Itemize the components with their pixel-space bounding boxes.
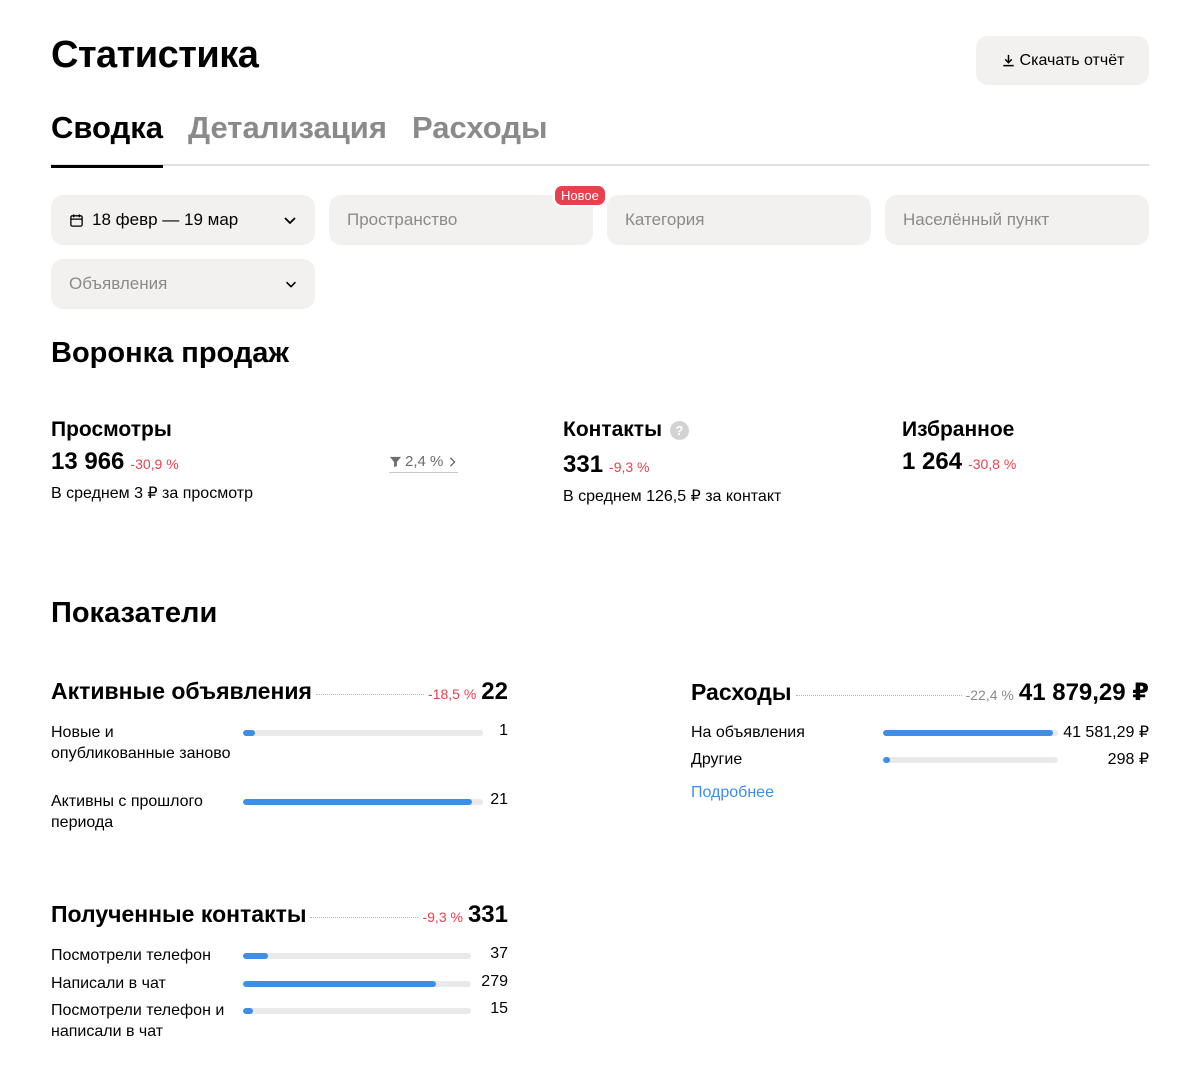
bar-fill — [883, 730, 1053, 736]
indicators-title: Показатели — [51, 597, 218, 629]
contacts-label-text: Контакты — [563, 418, 663, 441]
active-ads-row-new-bar — [243, 730, 483, 736]
active-ads-row-old-bar — [243, 799, 483, 805]
ads-placeholder: Объявления — [69, 274, 168, 293]
city-placeholder: Населённый пункт — [903, 210, 1050, 229]
favorites-value: 1 264 — [902, 448, 963, 475]
active-ads-header: Активные объявления -18,5 % 22 — [51, 678, 508, 706]
dotted-leader — [315, 694, 425, 695]
contacts-delta: -9,3 % — [609, 459, 650, 475]
chevron-down-icon — [284, 217, 296, 225]
expenses-title: Расходы — [691, 679, 792, 705]
active-ads-row-new-label: Новые и опубликованные заново — [51, 724, 231, 762]
expenses-row-other-label: Другие — [691, 751, 743, 768]
views-average: В среднем 3 ₽ за просмотр — [51, 485, 253, 502]
contacts-block-value: 331 — [467, 901, 508, 928]
date-range-value: 18 февр — 19 мар — [92, 210, 239, 229]
space-placeholder: Пространство — [347, 210, 458, 229]
funnel-title: Воронка продаж — [51, 337, 289, 369]
tab-expenses[interactable]: Расходы — [412, 110, 548, 166]
tabs-bar: Сводка Детализация Расходы — [51, 110, 1149, 168]
tab-details[interactable]: Детализация — [188, 110, 387, 166]
bar-fill — [243, 953, 269, 959]
expenses-value: 41 879,29 ₽ — [1018, 679, 1149, 706]
download-icon — [1002, 54, 1014, 67]
expenses-row-ads-bar — [883, 730, 1058, 736]
contacts-average: В среднем 126,5 ₽ за контакт — [563, 488, 782, 505]
page-title: Статистика — [51, 34, 259, 76]
views-metric: 13 966 -30,9 % — [51, 448, 179, 476]
contacts-row-phone-value: 37 — [490, 945, 508, 962]
active-ads-row-new-value: 1 — [499, 722, 508, 739]
more-details-link[interactable]: Подробнее — [691, 784, 774, 802]
favorites-metric: 1 264 -30,8 % — [902, 448, 1016, 476]
funnel-icon — [389, 456, 402, 468]
contacts-block-delta: -9,3 % — [422, 909, 463, 925]
views-label: Просмотры — [51, 418, 172, 441]
active-ads-delta: -18,5 % — [428, 686, 477, 702]
contacts-label: Контакты ? — [563, 418, 689, 442]
dotted-leader — [795, 695, 962, 696]
contacts-row-both-bar — [243, 1008, 471, 1014]
expenses-row-other-value: 298 ₽ — [1107, 751, 1149, 768]
views-delta: -30,9 % — [130, 456, 179, 472]
date-range-select[interactable]: 18 февр — 19 мар — [51, 195, 315, 245]
contacts-row-both-value: 15 — [490, 1000, 508, 1017]
calendar-icon — [70, 213, 83, 227]
bar-fill — [883, 757, 890, 763]
dotted-leader — [310, 917, 419, 918]
expenses-row-ads-label: На объявления — [691, 724, 805, 741]
bar-fill — [243, 799, 473, 805]
conversion-link[interactable]: 2,4 % — [389, 453, 459, 473]
bar-fill — [243, 730, 255, 736]
tab-summary[interactable]: Сводка — [51, 110, 163, 168]
chevron-down-icon — [285, 281, 297, 288]
expenses-row-other-bar — [883, 757, 1058, 763]
active-ads-row-old-label: Активны с прошлого периода — [51, 793, 203, 831]
contacts-row-chat-value: 279 — [481, 973, 508, 990]
contacts-block-header: Полученные контакты -9,3 % 331 — [51, 901, 508, 929]
expenses-header: Расходы -22,4 % 41 879,29 ₽ — [691, 678, 1149, 707]
new-badge: Новое — [553, 184, 607, 207]
contacts-block-title: Полученные контакты — [51, 901, 307, 927]
category-select[interactable]: Категория — [607, 195, 871, 245]
download-report-button[interactable]: Скачать отчёт — [976, 36, 1149, 85]
expenses-row-ads-value: 41 581,29 ₽ — [1063, 724, 1149, 741]
active-ads-value: 22 — [481, 678, 508, 705]
bar-fill — [243, 981, 436, 987]
conversion-value: 2,4 % — [405, 453, 444, 470]
contacts-value: 331 — [563, 451, 604, 478]
contacts-row-chat-label: Написали в чат — [51, 975, 166, 992]
ads-select[interactable]: Объявления — [51, 259, 315, 309]
favorites-delta: -30,8 % — [968, 456, 1017, 472]
bar-fill — [243, 1008, 254, 1014]
active-ads-row-old-value: 21 — [490, 791, 508, 808]
contacts-row-phone-bar — [243, 953, 471, 959]
views-value: 13 966 — [51, 448, 125, 475]
favorites-label: Избранное — [902, 418, 1015, 441]
expenses-delta: -22,4 % — [965, 687, 1014, 703]
download-report-label: Скачать отчёт — [1019, 51, 1125, 69]
chevron-right-icon — [450, 456, 456, 467]
city-select[interactable]: Населённый пункт — [885, 195, 1149, 245]
contacts-row-both-label: Посмотрели телефон и написали в чат — [51, 1002, 225, 1040]
help-icon[interactable]: ? — [669, 420, 689, 440]
active-ads-title: Активные объявления — [51, 678, 312, 704]
category-placeholder: Категория — [625, 210, 705, 229]
contacts-row-chat-bar — [243, 981, 471, 987]
contacts-metric: 331 -9,3 % — [563, 451, 650, 479]
contacts-row-phone-label: Посмотрели телефон — [51, 947, 211, 964]
